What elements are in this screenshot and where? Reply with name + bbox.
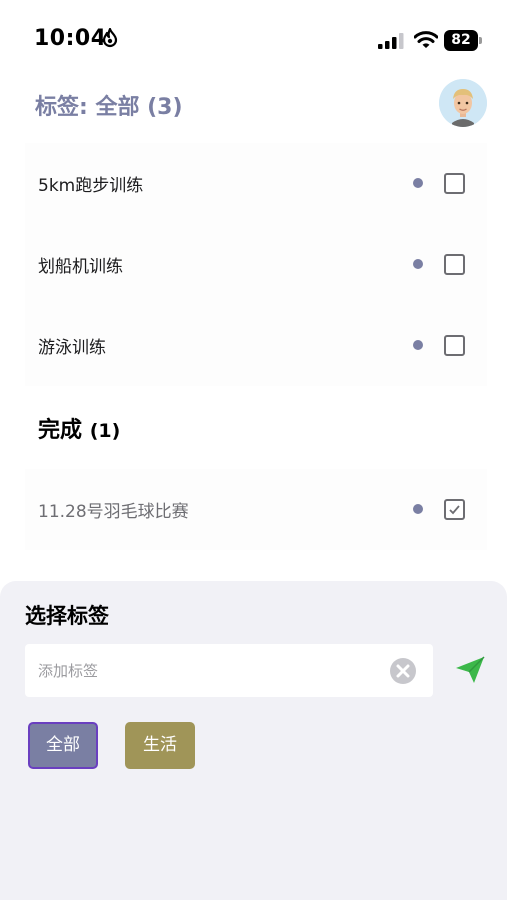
- clear-icon[interactable]: [389, 657, 417, 685]
- status-bar: 10:04 82: [0, 0, 507, 80]
- tag-selector-sheet: 选择标签 全部 生活: [0, 581, 507, 900]
- task-row[interactable]: 5km跑步训练: [25, 143, 487, 224]
- tag-dot-icon: [413, 504, 423, 514]
- checkbox-icon[interactable]: [444, 254, 465, 275]
- completed-section-title: 完成 (1): [38, 412, 120, 444]
- task-row[interactable]: 11.28号羽毛球比赛: [25, 469, 487, 550]
- tag-chip-life[interactable]: 生活: [125, 722, 195, 769]
- battery-icon: 82: [444, 30, 482, 51]
- completed-title-text: 完成: [38, 418, 83, 443]
- battery-cap: [479, 37, 482, 44]
- tag-dot-icon: [413, 259, 423, 269]
- flame-icon: [102, 28, 118, 48]
- status-time: 10:04: [34, 26, 107, 51]
- sheet-title: 选择标签: [25, 604, 109, 628]
- completed-section-header[interactable]: 完成 (1): [25, 386, 487, 469]
- avatar-face-icon: [439, 79, 487, 127]
- send-icon[interactable]: [455, 656, 485, 684]
- checkbox-icon[interactable]: [444, 173, 465, 194]
- task-list: 5km跑步训练 划船机训练 游泳训练 完成 (1) 11.28号羽毛球比赛: [25, 143, 487, 550]
- task-label: 游泳训练: [38, 338, 106, 358]
- tag-chip-all[interactable]: 全部: [28, 722, 98, 769]
- checkbox-icon[interactable]: [444, 335, 465, 356]
- task-label: 划船机训练: [38, 257, 123, 277]
- wifi-icon: [414, 31, 438, 48]
- tag-dot-icon: [413, 178, 423, 188]
- tag-input-field[interactable]: [25, 644, 433, 697]
- tag-input[interactable]: [25, 644, 385, 697]
- battery-level: 82: [444, 30, 478, 51]
- screen: 10:04 82 标签: 全部 (3) 5km跑步训练 划船机训练 游泳训练 完…: [0, 0, 507, 900]
- task-label: 11.28号羽毛球比赛: [38, 502, 189, 522]
- task-row[interactable]: 划船机训练: [25, 224, 487, 305]
- page-title: 标签: 全部 (3): [35, 95, 183, 120]
- completed-count: (1): [89, 420, 121, 442]
- task-row[interactable]: 游泳训练: [25, 305, 487, 386]
- task-label: 5km跑步训练: [38, 176, 144, 196]
- tag-dot-icon: [413, 340, 423, 350]
- avatar[interactable]: [439, 79, 487, 127]
- signal-icon: [378, 33, 404, 49]
- checkbox-checked-icon[interactable]: [444, 499, 465, 520]
